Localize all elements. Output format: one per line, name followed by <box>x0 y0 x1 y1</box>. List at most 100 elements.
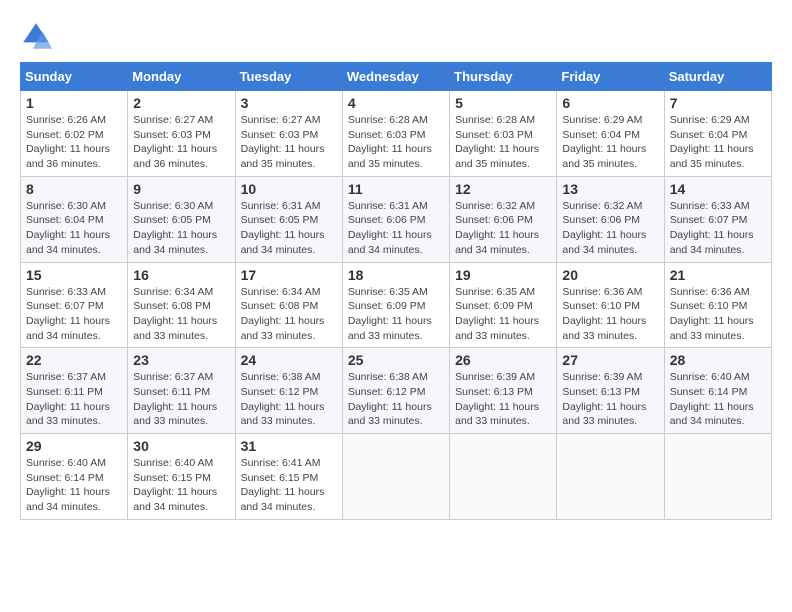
day-detail: Sunrise: 6:29 AM Sunset: 6:04 PM Dayligh… <box>670 113 766 172</box>
day-detail: Sunrise: 6:28 AM Sunset: 6:03 PM Dayligh… <box>348 113 444 172</box>
day-number: 26 <box>455 352 551 368</box>
calendar-cell: 2 Sunrise: 6:27 AM Sunset: 6:03 PM Dayli… <box>128 91 235 177</box>
day-detail: Sunrise: 6:31 AM Sunset: 6:05 PM Dayligh… <box>241 199 337 258</box>
logo <box>20 20 56 52</box>
day-number: 17 <box>241 267 337 283</box>
day-detail: Sunrise: 6:37 AM Sunset: 6:11 PM Dayligh… <box>26 370 122 429</box>
day-number: 8 <box>26 181 122 197</box>
calendar-cell: 17 Sunrise: 6:34 AM Sunset: 6:08 PM Dayl… <box>235 262 342 348</box>
calendar-cell: 21 Sunrise: 6:36 AM Sunset: 6:10 PM Dayl… <box>664 262 771 348</box>
calendar-body: 1 Sunrise: 6:26 AM Sunset: 6:02 PM Dayli… <box>21 91 772 520</box>
calendar-cell: 6 Sunrise: 6:29 AM Sunset: 6:04 PM Dayli… <box>557 91 664 177</box>
day-detail: Sunrise: 6:34 AM Sunset: 6:08 PM Dayligh… <box>241 285 337 344</box>
day-number: 18 <box>348 267 444 283</box>
calendar-cell: 8 Sunrise: 6:30 AM Sunset: 6:04 PM Dayli… <box>21 176 128 262</box>
calendar-cell: 16 Sunrise: 6:34 AM Sunset: 6:08 PM Dayl… <box>128 262 235 348</box>
day-detail: Sunrise: 6:34 AM Sunset: 6:08 PM Dayligh… <box>133 285 229 344</box>
day-detail: Sunrise: 6:33 AM Sunset: 6:07 PM Dayligh… <box>26 285 122 344</box>
day-number: 5 <box>455 95 551 111</box>
weekday-header-monday: Monday <box>128 63 235 91</box>
calendar-header-row: SundayMondayTuesdayWednesdayThursdayFrid… <box>21 63 772 91</box>
calendar-cell: 29 Sunrise: 6:40 AM Sunset: 6:14 PM Dayl… <box>21 434 128 520</box>
day-detail: Sunrise: 6:40 AM Sunset: 6:14 PM Dayligh… <box>26 456 122 515</box>
calendar-cell: 1 Sunrise: 6:26 AM Sunset: 6:02 PM Dayli… <box>21 91 128 177</box>
day-detail: Sunrise: 6:27 AM Sunset: 6:03 PM Dayligh… <box>133 113 229 172</box>
calendar-cell: 5 Sunrise: 6:28 AM Sunset: 6:03 PM Dayli… <box>450 91 557 177</box>
calendar-cell: 27 Sunrise: 6:39 AM Sunset: 6:13 PM Dayl… <box>557 348 664 434</box>
day-detail: Sunrise: 6:36 AM Sunset: 6:10 PM Dayligh… <box>562 285 658 344</box>
day-detail: Sunrise: 6:39 AM Sunset: 6:13 PM Dayligh… <box>562 370 658 429</box>
calendar-cell: 22 Sunrise: 6:37 AM Sunset: 6:11 PM Dayl… <box>21 348 128 434</box>
calendar-cell: 24 Sunrise: 6:38 AM Sunset: 6:12 PM Dayl… <box>235 348 342 434</box>
day-number: 31 <box>241 438 337 454</box>
day-number: 11 <box>348 181 444 197</box>
day-detail: Sunrise: 6:38 AM Sunset: 6:12 PM Dayligh… <box>348 370 444 429</box>
calendar-cell: 3 Sunrise: 6:27 AM Sunset: 6:03 PM Dayli… <box>235 91 342 177</box>
day-number: 3 <box>241 95 337 111</box>
day-detail: Sunrise: 6:30 AM Sunset: 6:04 PM Dayligh… <box>26 199 122 258</box>
day-number: 23 <box>133 352 229 368</box>
calendar-cell: 7 Sunrise: 6:29 AM Sunset: 6:04 PM Dayli… <box>664 91 771 177</box>
day-detail: Sunrise: 6:33 AM Sunset: 6:07 PM Dayligh… <box>670 199 766 258</box>
day-number: 6 <box>562 95 658 111</box>
calendar-cell: 15 Sunrise: 6:33 AM Sunset: 6:07 PM Dayl… <box>21 262 128 348</box>
day-number: 30 <box>133 438 229 454</box>
calendar-cell: 12 Sunrise: 6:32 AM Sunset: 6:06 PM Dayl… <box>450 176 557 262</box>
day-number: 2 <box>133 95 229 111</box>
calendar-cell: 14 Sunrise: 6:33 AM Sunset: 6:07 PM Dayl… <box>664 176 771 262</box>
calendar-cell <box>664 434 771 520</box>
calendar-week-2: 8 Sunrise: 6:30 AM Sunset: 6:04 PM Dayli… <box>21 176 772 262</box>
day-number: 22 <box>26 352 122 368</box>
logo-icon <box>20 20 52 52</box>
day-number: 29 <box>26 438 122 454</box>
weekday-header-thursday: Thursday <box>450 63 557 91</box>
calendar-cell: 9 Sunrise: 6:30 AM Sunset: 6:05 PM Dayli… <box>128 176 235 262</box>
calendar-cell: 25 Sunrise: 6:38 AM Sunset: 6:12 PM Dayl… <box>342 348 449 434</box>
day-number: 19 <box>455 267 551 283</box>
calendar-cell: 31 Sunrise: 6:41 AM Sunset: 6:15 PM Dayl… <box>235 434 342 520</box>
day-detail: Sunrise: 6:40 AM Sunset: 6:14 PM Dayligh… <box>670 370 766 429</box>
day-detail: Sunrise: 6:30 AM Sunset: 6:05 PM Dayligh… <box>133 199 229 258</box>
calendar-week-3: 15 Sunrise: 6:33 AM Sunset: 6:07 PM Dayl… <box>21 262 772 348</box>
day-number: 20 <box>562 267 658 283</box>
weekday-header-wednesday: Wednesday <box>342 63 449 91</box>
weekday-header-friday: Friday <box>557 63 664 91</box>
day-detail: Sunrise: 6:27 AM Sunset: 6:03 PM Dayligh… <box>241 113 337 172</box>
day-detail: Sunrise: 6:26 AM Sunset: 6:02 PM Dayligh… <box>26 113 122 172</box>
day-number: 15 <box>26 267 122 283</box>
day-number: 4 <box>348 95 444 111</box>
calendar-week-1: 1 Sunrise: 6:26 AM Sunset: 6:02 PM Dayli… <box>21 91 772 177</box>
day-number: 25 <box>348 352 444 368</box>
calendar-week-4: 22 Sunrise: 6:37 AM Sunset: 6:11 PM Dayl… <box>21 348 772 434</box>
weekday-header-tuesday: Tuesday <box>235 63 342 91</box>
calendar-cell: 23 Sunrise: 6:37 AM Sunset: 6:11 PM Dayl… <box>128 348 235 434</box>
page-header <box>20 20 772 52</box>
calendar-cell <box>450 434 557 520</box>
calendar-cell <box>342 434 449 520</box>
calendar-cell: 30 Sunrise: 6:40 AM Sunset: 6:15 PM Dayl… <box>128 434 235 520</box>
day-detail: Sunrise: 6:32 AM Sunset: 6:06 PM Dayligh… <box>455 199 551 258</box>
calendar-cell: 20 Sunrise: 6:36 AM Sunset: 6:10 PM Dayl… <box>557 262 664 348</box>
calendar-table: SundayMondayTuesdayWednesdayThursdayFrid… <box>20 62 772 520</box>
calendar-cell: 18 Sunrise: 6:35 AM Sunset: 6:09 PM Dayl… <box>342 262 449 348</box>
weekday-header-sunday: Sunday <box>21 63 128 91</box>
calendar-cell: 19 Sunrise: 6:35 AM Sunset: 6:09 PM Dayl… <box>450 262 557 348</box>
day-number: 14 <box>670 181 766 197</box>
day-detail: Sunrise: 6:40 AM Sunset: 6:15 PM Dayligh… <box>133 456 229 515</box>
weekday-header-saturday: Saturday <box>664 63 771 91</box>
day-number: 27 <box>562 352 658 368</box>
day-number: 13 <box>562 181 658 197</box>
day-number: 1 <box>26 95 122 111</box>
day-detail: Sunrise: 6:38 AM Sunset: 6:12 PM Dayligh… <box>241 370 337 429</box>
day-number: 28 <box>670 352 766 368</box>
calendar-cell: 28 Sunrise: 6:40 AM Sunset: 6:14 PM Dayl… <box>664 348 771 434</box>
day-number: 24 <box>241 352 337 368</box>
day-detail: Sunrise: 6:35 AM Sunset: 6:09 PM Dayligh… <box>348 285 444 344</box>
day-detail: Sunrise: 6:28 AM Sunset: 6:03 PM Dayligh… <box>455 113 551 172</box>
day-detail: Sunrise: 6:35 AM Sunset: 6:09 PM Dayligh… <box>455 285 551 344</box>
day-number: 16 <box>133 267 229 283</box>
calendar-cell <box>557 434 664 520</box>
calendar-cell: 10 Sunrise: 6:31 AM Sunset: 6:05 PM Dayl… <box>235 176 342 262</box>
calendar-cell: 13 Sunrise: 6:32 AM Sunset: 6:06 PM Dayl… <box>557 176 664 262</box>
day-number: 9 <box>133 181 229 197</box>
